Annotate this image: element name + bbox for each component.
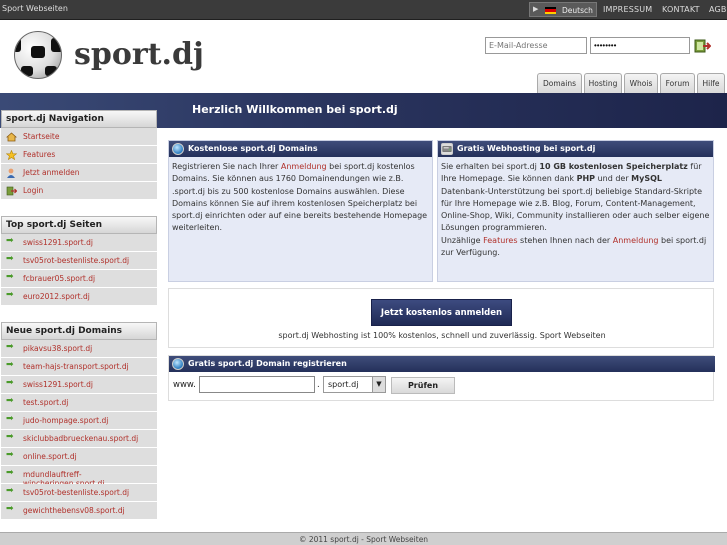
header: sport.dj Domains Hosting Whois Forum Hil… (0, 21, 727, 93)
tld-value: sport.dj (328, 380, 359, 389)
tab-whois[interactable]: Whois (624, 73, 658, 93)
list-item[interactable]: ➡ tsv05rot-bestenliste.sport.dj (1, 484, 157, 502)
list-item[interactable]: ➡ judo-hompage.sport.dj (1, 412, 157, 430)
top-pages-box: Top sport.dj Seiten ➡ swiss1291.sport.dj … (1, 216, 157, 306)
arrow-right-icon: ➡ (6, 504, 14, 514)
star-icon (6, 150, 17, 160)
globe-icon (172, 143, 184, 155)
footer: © 2011 sport.dj - Sport Webseiten (0, 532, 727, 545)
list-item[interactable]: ➡ tsv05rot-bestenliste.sport.dj (1, 252, 157, 270)
free-hosting-text: Sie erhalten bei sport.dj 10 GB kostenlo… (441, 162, 710, 258)
language-label: Deutsch (562, 6, 593, 15)
sidebar-item-jetzt-anmelden[interactable]: Jetzt anmelden (1, 164, 157, 182)
domain-name-input[interactable] (199, 376, 315, 393)
navigation-title: sport.dj Navigation (1, 110, 157, 128)
server-icon (441, 143, 453, 155)
sidebar-item-features[interactable]: Features (1, 146, 157, 164)
list-item[interactable]: ➡ skiclubbadbrueckenau.sport.dj (1, 430, 157, 448)
arrow-right-icon: ➡ (6, 468, 14, 478)
arrow-right-icon: ➡ (6, 414, 14, 424)
arrow-right-icon: ➡ (6, 486, 14, 496)
free-hosting-header: Gratis Webhosting bei sport.dj (438, 141, 713, 157)
list-item[interactable]: ➡ swiss1291.sport.dj (1, 234, 157, 252)
anmeldung-link[interactable]: Anmeldung (613, 236, 659, 245)
list-item[interactable]: ➡ online.sport.dj (1, 448, 157, 466)
site-title: Sport Webseiten (2, 4, 68, 13)
arrow-right-icon: ➡ (6, 254, 14, 264)
password-field[interactable] (590, 37, 690, 54)
soccer-ball-logo-icon[interactable] (14, 31, 62, 79)
domain-register-section: Gratis sport.dj Domain registrieren www.… (168, 355, 715, 401)
signup-section: Jetzt kostenlos anmelden sport.dj Webhos… (168, 288, 714, 348)
arrow-right-icon: ➡ (6, 378, 14, 388)
agb-link[interactable]: AGB (709, 5, 727, 14)
arrow-right-icon: ➡ (6, 396, 14, 406)
language-selector[interactable]: ▶ Deutsch (529, 2, 597, 17)
features-link[interactable]: Features (483, 236, 517, 245)
list-item[interactable]: ➡ team-hajs-transport.sport.dj (1, 358, 157, 376)
kontakt-link[interactable]: KONTAKT (662, 5, 700, 14)
signup-note: sport.dj Webhosting ist 100% kostenlos, … (278, 331, 606, 340)
login-icon[interactable] (694, 37, 711, 54)
tab-forum[interactable]: Forum (660, 73, 695, 93)
anmeldung-link[interactable]: Anmeldung (281, 162, 327, 171)
new-domains-box: Neue sport.dj Domains ➡ pikavsu38.sport.d… (1, 322, 157, 520)
main-tabs: Domains Hosting Whois Forum Hilfe (0, 73, 727, 93)
sidebar-item-login[interactable]: Login (1, 182, 157, 200)
list-item[interactable]: ➡ swiss1291.sport.dj (1, 376, 157, 394)
top-pages-title: Top sport.dj Seiten (1, 216, 157, 234)
user-add-icon (7, 168, 15, 178)
free-domains-text: Registrieren Sie nach Ihrer Anmeldung be… (172, 162, 428, 233)
dot-separator: . (317, 380, 320, 390)
email-field[interactable] (485, 37, 587, 54)
login-door-icon (6, 186, 17, 196)
arrow-right-icon: ➡ (6, 450, 14, 460)
check-button[interactable]: Prüfen (391, 377, 455, 394)
tab-hilfe[interactable]: Hilfe (697, 73, 725, 93)
arrow-right-icon: ➡ (6, 290, 14, 300)
list-item[interactable]: ➡ test.sport.dj (1, 394, 157, 412)
domain-register-header: Gratis sport.dj Domain registrieren (169, 356, 715, 372)
globe-icon (172, 358, 184, 370)
arrow-right-icon: ➡ (6, 360, 14, 370)
tab-domains[interactable]: Domains (537, 73, 582, 93)
impressum-link[interactable]: IMPRESSUM (603, 5, 652, 14)
list-item[interactable]: ➡mdundlauftreff-wincheringen.sport.dj (1, 466, 157, 488)
tab-hosting[interactable]: Hosting (584, 73, 622, 93)
german-flag-icon (545, 7, 556, 14)
list-item[interactable]: ➡ pikavsu38.sport.dj (1, 340, 157, 358)
arrow-right-icon: ➡ (6, 272, 14, 282)
arrow-right-icon: ➡ (6, 342, 14, 352)
tld-select[interactable]: sport.dj ▼ (323, 376, 386, 393)
signup-button[interactable]: Jetzt kostenlos anmelden (371, 299, 512, 326)
arrow-right-icon: ➡ (6, 236, 14, 246)
www-prefix: www. (173, 380, 196, 390)
top-bar: Sport Webseiten ▶ Deutsch IMPRESSUM KONT… (0, 0, 727, 20)
play-arrow-icon: ▶ (533, 5, 539, 13)
free-domains-header: Kostenlose sport.dj Domains (169, 141, 432, 157)
welcome-title: Herzlich Willkommen bei sport.dj (192, 103, 398, 116)
chevron-down-icon: ▼ (372, 377, 385, 392)
list-item[interactable]: ➡ euro2012.sport.dj (1, 288, 157, 306)
list-item[interactable]: ➡ fcbrauer05.sport.dj (1, 270, 157, 288)
new-domains-title: Neue sport.dj Domains (1, 322, 157, 340)
free-domains-panel: Kostenlose sport.dj Domains Registrieren… (168, 140, 433, 282)
list-item[interactable]: ➡ gewichthebensv08.sport.dj (1, 502, 157, 520)
home-icon (6, 132, 17, 142)
arrow-right-icon: ➡ (6, 432, 14, 442)
logo-text[interactable]: sport.dj (74, 37, 204, 72)
free-hosting-panel: Gratis Webhosting bei sport.dj Sie erhal… (437, 140, 714, 282)
sidebar-item-startseite[interactable]: Startseite (1, 128, 157, 146)
navigation-box: sport.dj Navigation Startseite Features … (1, 110, 157, 200)
